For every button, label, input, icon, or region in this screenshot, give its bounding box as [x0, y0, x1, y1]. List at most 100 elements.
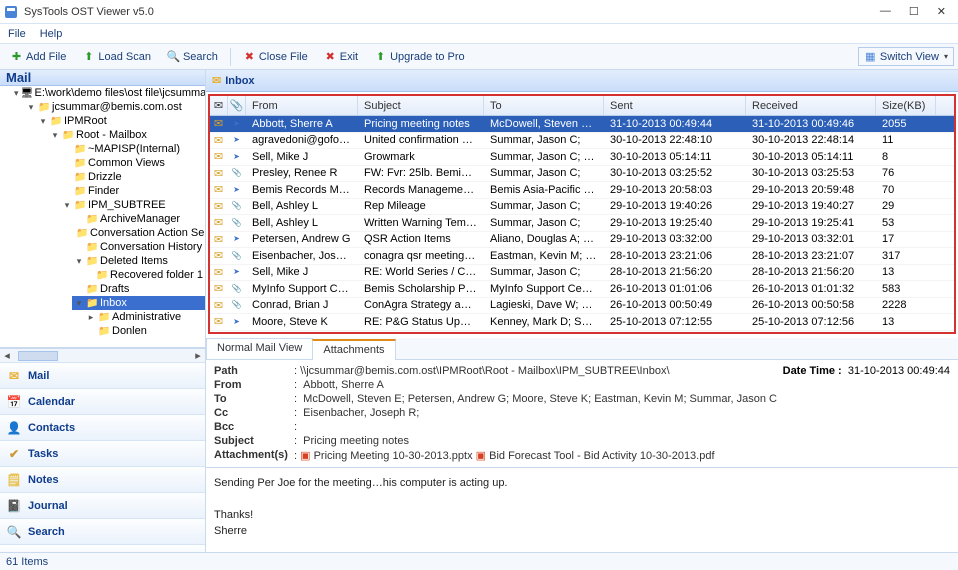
mail-row[interactable]: ✉➤Sell, Mike JRE: World Series / Cards t… — [210, 265, 954, 282]
cell-sent: 30-10-2013 22:48:10 — [604, 134, 746, 146]
load-scan-button[interactable]: ⬆Load Scan — [76, 47, 157, 66]
mail-row[interactable]: ✉📎Bell, Ashley LWritten Warning Template… — [210, 215, 954, 232]
maximize-button[interactable]: ☐ — [909, 5, 919, 18]
tab-normal-mail-view[interactable]: Normal Mail View — [206, 338, 313, 359]
statusbar: 61 Items — [0, 552, 958, 570]
mail-icon: ✉ — [214, 267, 223, 279]
tree-finder[interactable]: 📁Finder — [60, 184, 205, 198]
cell-subject: Growmark — [358, 151, 484, 163]
cell-subject: Rep Mileage — [358, 200, 484, 212]
mail-row[interactable]: ✉➤Abbott, Sherre APricing meeting notesM… — [210, 116, 954, 133]
inbox-icon: ✉ — [212, 74, 221, 87]
cell-received: 28-10-2013 21:56:20 — [746, 266, 876, 278]
bcc-label: Bcc — [214, 421, 294, 433]
nav-search[interactable]: 🔍Search — [0, 518, 205, 544]
mail-icon: ✉ — [214, 201, 223, 213]
col-from[interactable]: From — [246, 96, 358, 115]
cell-to: Summar, Jason C; McDowel... — [484, 151, 604, 163]
cell-sent: 25-10-2013 07:12:55 — [604, 316, 746, 328]
mail-row[interactable]: ✉➤Bemis Records Management...Records Man… — [210, 182, 954, 199]
mail-row[interactable]: ✉📎Conrad, Brian JConAgra Strategy and Pr… — [210, 298, 954, 315]
mail-row[interactable]: ✉➤Petersen, Andrew GQSR Action ItemsAlia… — [210, 232, 954, 249]
mail-icon: ✉ — [214, 168, 223, 180]
mail-row[interactable]: ✉➤Moore, Steve KRE: P&G Status Update 10… — [210, 314, 954, 331]
attachment-icon: 📎 — [232, 300, 242, 309]
col-size[interactable]: Size(KB) — [876, 96, 936, 115]
mail-row[interactable]: ✉📎Bell, Ashley LRep MileageSummar, Jason… — [210, 199, 954, 216]
tree-conversation-action[interactable]: 📁Conversation Action Se — [72, 226, 205, 240]
pdf-icon: ▣ — [476, 450, 486, 462]
switch-view-button[interactable]: ▦Switch View▾ — [858, 47, 954, 66]
exit-button[interactable]: ✖Exit — [318, 47, 364, 66]
nav-notes[interactable]: 🗒Notes — [0, 466, 205, 492]
cell-size: 11 — [876, 134, 936, 146]
tree-root[interactable]: ▾🖥E:\work\demo files\ost file\jcsummar@b — [12, 86, 205, 100]
tree-recovered-folder[interactable]: 📁Recovered folder 1 — [84, 268, 205, 282]
attachment-2[interactable]: Bid Forecast Tool - Bid Activity 10-30-2… — [489, 450, 714, 462]
add-file-button[interactable]: ✚Add File — [4, 47, 72, 66]
tree-store[interactable]: ▾📁jcsummar@bemis.com.ost — [24, 100, 205, 114]
cell-subject: FW: Fvr: 25lb. Bemis Bags ... — [358, 167, 484, 179]
folder-tree[interactable]: ▾🖥E:\work\demo files\ost file\jcsummar@b… — [0, 86, 205, 348]
cell-size: 17 — [876, 233, 936, 245]
mail-row[interactable]: ✉📎MyInfo Support CenterBemis Scholarship… — [210, 281, 954, 298]
col-icon[interactable]: ✉ — [210, 96, 228, 115]
from-label: From — [214, 379, 294, 391]
menu-file[interactable]: File — [8, 28, 26, 40]
mail-row[interactable]: ✉➤agravedoni@gofox.comUnited confirmatio… — [210, 133, 954, 150]
tree-commonviews[interactable]: 📁Common Views — [60, 156, 205, 170]
tree-drizzle[interactable]: 📁Drizzle — [60, 170, 205, 184]
nav-contacts[interactable]: 👤Contacts — [0, 414, 205, 440]
cell-size: 317 — [876, 250, 936, 262]
col-subject[interactable]: Subject — [358, 96, 484, 115]
tree-ipmroot[interactable]: ▾📁IPMRoot — [36, 114, 205, 128]
tree-drafts[interactable]: 📁Drafts — [72, 282, 205, 296]
cell-subject: Records Management – Bri... — [358, 184, 484, 196]
tab-attachments[interactable]: Attachments — [312, 339, 395, 360]
cell-size: 70 — [876, 184, 936, 196]
arrow-icon: ➤ — [233, 135, 240, 144]
mail-row[interactable]: ✉📎Eisenbacher, Joseph Rconagra qsr meeti… — [210, 248, 954, 265]
attachment-icon: 📎 — [232, 284, 242, 293]
col-received[interactable]: Received — [746, 96, 876, 115]
nav-journal[interactable]: 📓Journal — [0, 492, 205, 518]
nav-mail[interactable]: ✉Mail — [0, 362, 205, 388]
cell-from: agravedoni@gofox.com — [246, 134, 358, 146]
col-sent[interactable]: Sent — [604, 96, 746, 115]
mail-row[interactable]: ✉➤Sell, Mike JGrowmarkSummar, Jason C; M… — [210, 149, 954, 166]
tree-archive-manager[interactable]: 📁ArchiveManager — [72, 212, 205, 226]
tree-inbox[interactable]: ▾📁Inbox — [72, 296, 205, 310]
col-to[interactable]: To — [484, 96, 604, 115]
tree-root-mailbox[interactable]: ▾📁Root - Mailbox — [48, 128, 205, 142]
col-attach[interactable]: 📎 — [228, 96, 246, 115]
close-button[interactable]: ✕ — [937, 5, 946, 18]
arrow-icon: ➤ — [233, 234, 240, 243]
arrow-icon: ➤ — [233, 152, 240, 161]
minimize-button[interactable]: — — [880, 5, 891, 18]
tree-deleted-items[interactable]: ▾📁Deleted Items — [72, 254, 205, 268]
cell-size: 13 — [876, 316, 936, 328]
tree-conversation-history[interactable]: 📁Conversation History — [72, 240, 205, 254]
nav-calendar[interactable]: 📅Calendar — [0, 388, 205, 414]
tree-scrollbar[interactable]: ◂▸ — [0, 348, 205, 362]
tree-administrative[interactable]: ▸📁Administrative — [84, 310, 205, 324]
close-file-button[interactable]: ✖Close File — [237, 47, 314, 66]
nav-folderlist[interactable]: 📁Folder List — [0, 544, 205, 552]
menu-help[interactable]: Help — [40, 28, 63, 40]
path-link[interactable]: \\jcsummar@bemis.com.ost\IPMRoot\Root - … — [300, 365, 669, 377]
search-button[interactable]: 🔍Search — [161, 47, 224, 66]
from-value: : Abbott, Sherre A — [294, 379, 384, 391]
mail-icon: ✉ — [214, 300, 223, 312]
tree-mapisp[interactable]: 📁~MAPISP(Internal) — [60, 142, 205, 156]
tree-donlen[interactable]: 📁Donlen — [84, 324, 205, 338]
mail-row[interactable]: ✉📎Presley, Renee RFW: Fvr: 25lb. Bemis B… — [210, 166, 954, 183]
tree-ipmsubtree[interactable]: ▾📁IPM_SUBTREE — [60, 198, 205, 212]
cell-size: 2228 — [876, 299, 936, 311]
upgrade-button[interactable]: ⬆Upgrade to Pro — [368, 47, 471, 66]
bcc-value: : — [294, 421, 303, 433]
attachment-label: Attachment(s) — [214, 449, 294, 462]
attachment-1[interactable]: Pricing Meeting 10-30-2013.pptx — [314, 450, 473, 462]
datetime-value: 31-10-2013 00:49:44 — [848, 365, 950, 377]
nav-tasks[interactable]: ✔Tasks — [0, 440, 205, 466]
cell-subject: Pricing meeting notes — [358, 118, 484, 130]
